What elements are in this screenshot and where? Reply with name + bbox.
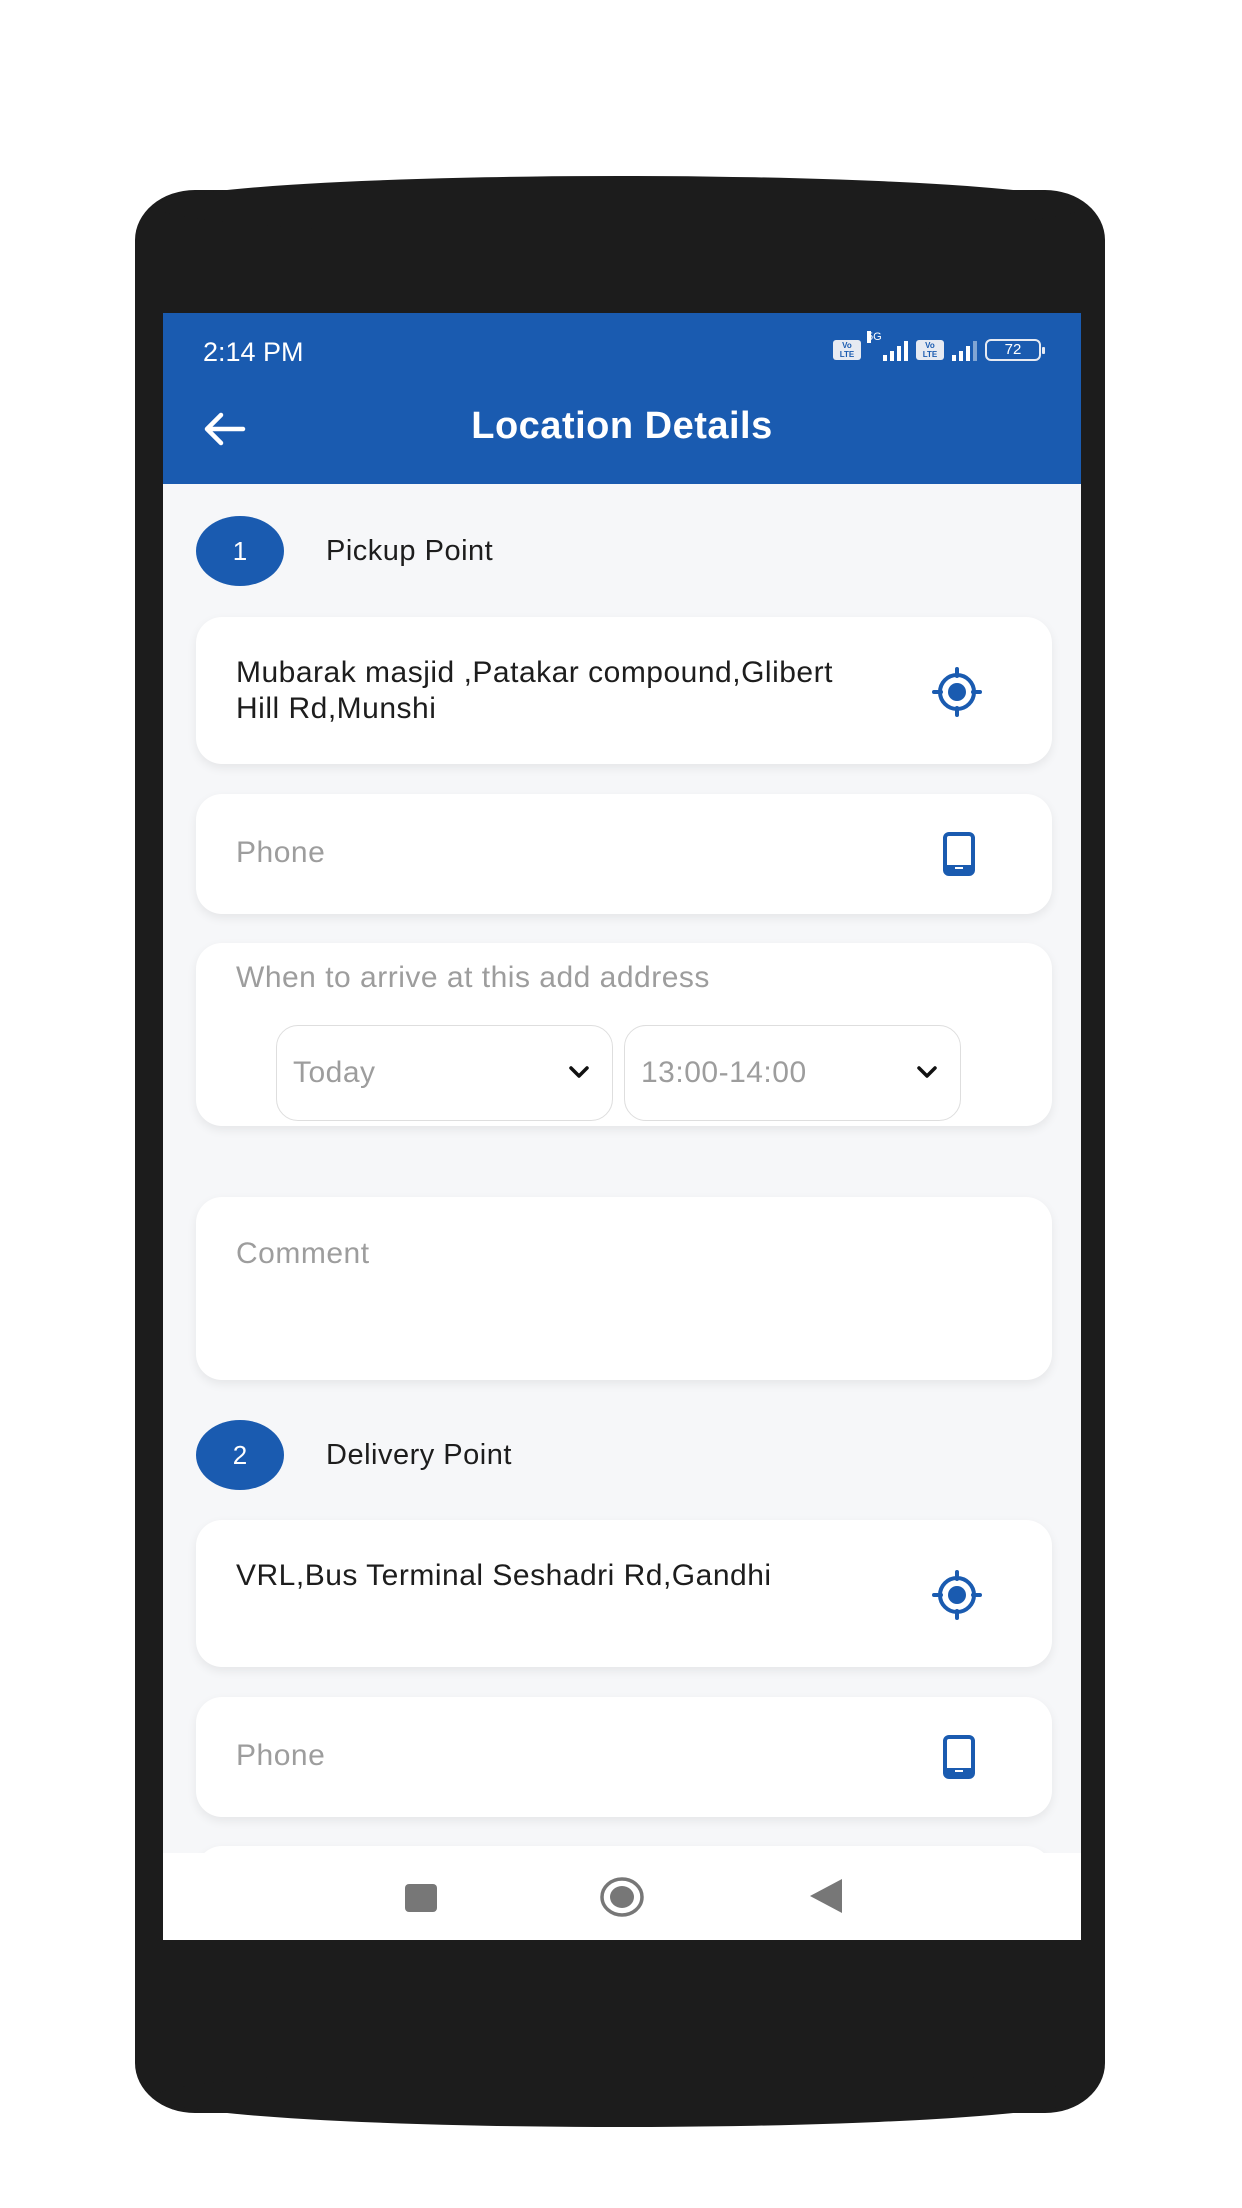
step-badge: 1 xyxy=(196,516,284,586)
app-bar: 2:14 PM Vo LTE 5G Vo LTE 72 Location Detai… xyxy=(163,313,1081,484)
locate-button[interactable] xyxy=(930,665,984,724)
day-select[interactable]: Today xyxy=(276,1025,613,1121)
chevron-down-icon xyxy=(917,1066,937,1078)
pickup-address-field[interactable]: Mubarak masjid ,Patakar compound,Glibert… xyxy=(196,617,1052,764)
square-icon xyxy=(405,1884,437,1912)
chevron-down-icon xyxy=(569,1066,589,1078)
step-badge: 2 xyxy=(196,1420,284,1490)
delivery-phone-field[interactable]: Phone xyxy=(196,1697,1052,1817)
network-label: 5G xyxy=(867,331,882,343)
phone-screen: 2:14 PM Vo LTE 5G Vo LTE 72 Location Detai… xyxy=(163,313,1081,1940)
day-select-value: Today xyxy=(293,1056,376,1089)
address-text: Mubarak masjid ,Patakar compound,Glibert… xyxy=(236,656,833,725)
address-text: VRL,Bus Terminal Seshadri Rd,Gandhi xyxy=(236,1559,772,1592)
status-icons: Vo LTE 5G Vo LTE 72 xyxy=(833,331,1045,361)
signal-icon xyxy=(952,339,977,361)
time-select-value: 13:00-14:00 xyxy=(641,1056,807,1089)
triangle-back-icon xyxy=(810,1879,842,1913)
pickup-phone-field[interactable]: Phone xyxy=(196,794,1052,914)
comment-placeholder: Comment xyxy=(236,1237,370,1270)
phone-placeholder: Phone xyxy=(236,836,326,869)
step-title: Pickup Point xyxy=(326,534,494,567)
smartphone-icon xyxy=(943,832,975,876)
recents-button[interactable] xyxy=(404,1883,438,1918)
arrival-label: When to arrive at this add address xyxy=(236,961,710,994)
status-time: 2:14 PM xyxy=(203,337,304,367)
time-select[interactable]: 13:00-14:00 xyxy=(624,1025,961,1121)
battery-icon: 72 xyxy=(985,339,1045,361)
delivery-address-field[interactable]: VRL,Bus Terminal Seshadri Rd,Gandhi xyxy=(196,1520,1052,1667)
smartphone-icon xyxy=(943,1735,975,1779)
phone-placeholder: Phone xyxy=(236,1739,326,1772)
gps-target-icon xyxy=(932,667,982,717)
circle-home-icon xyxy=(600,1877,644,1917)
back-nav-button[interactable] xyxy=(808,1877,844,1920)
page-title: Location Details xyxy=(471,405,773,447)
pickup-arrival-card: When to arrive at this add address Today… xyxy=(196,943,1052,1126)
volte-icon-2: Vo LTE xyxy=(916,340,944,360)
phone-icon-button xyxy=(942,1735,976,1784)
phone-icon-button xyxy=(942,832,976,881)
pickup-step-header: 1 Pickup Point xyxy=(196,516,493,586)
home-button[interactable] xyxy=(599,1876,645,1923)
step-title: Delivery Point xyxy=(326,1438,512,1471)
locate-button[interactable] xyxy=(930,1568,984,1627)
system-nav-bar xyxy=(163,1853,1081,1940)
volte-icon: Vo LTE xyxy=(833,340,861,360)
delivery-step-header: 2 Delivery Point xyxy=(196,1420,512,1490)
gps-target-icon xyxy=(932,1570,982,1620)
pickup-comment-field[interactable]: Comment xyxy=(196,1197,1052,1380)
signal-5g-icon: 5G xyxy=(867,331,908,361)
